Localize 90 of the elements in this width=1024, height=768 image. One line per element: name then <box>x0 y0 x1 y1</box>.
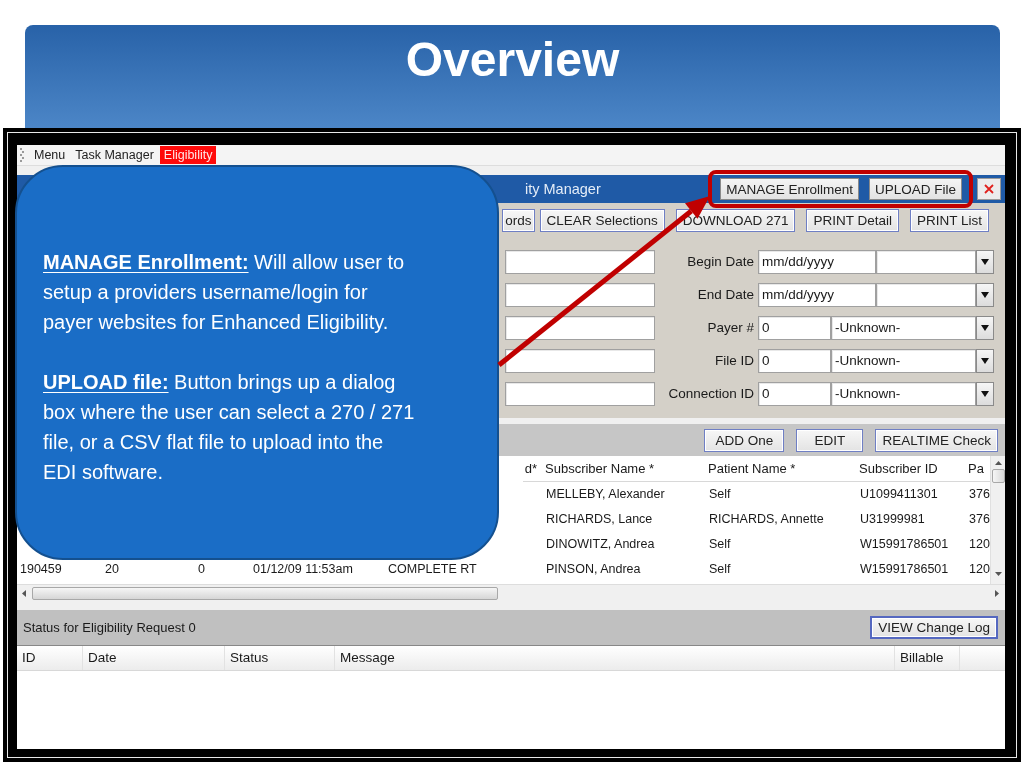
field-label: Connection ID <box>667 386 755 401</box>
caret-left-icon <box>22 589 26 597</box>
table-cell-text: DINOWITZ, Andrea <box>545 536 656 553</box>
dropdown-field[interactable]: -Unknown- <box>831 381 976 406</box>
column-header[interactable]: Billable <box>895 646 960 670</box>
column-header[interactable]: Status <box>225 646 335 670</box>
caret-right-icon <box>995 589 999 597</box>
callout-text: UPLOAD file: Button brings up a dialog box where the user can select a 270 / 271 file, or a CSV flat file to upload into the EDI software. <box>43 370 415 485</box>
date-field[interactable]: mm/dd/yyyy <box>758 282 876 307</box>
number-field[interactable]: 0 <box>758 348 831 373</box>
table-cell-text: 20 <box>104 561 120 578</box>
action-button[interactable]: EDIT <box>796 428 864 452</box>
menu-item[interactable]: Menu <box>30 146 70 164</box>
column-header[interactable]: Subscriber ID <box>857 456 966 482</box>
number-field[interactable]: 0 <box>758 381 831 406</box>
table-cell-text: 01/12/09 11:53am <box>252 561 354 578</box>
change-log-button[interactable]: VIEW Change Log <box>870 616 998 639</box>
table-cell-text: 376 <box>968 486 990 503</box>
status-text: Status for Eligibility Request 0 <box>23 620 196 635</box>
table-cell-text: Self <box>708 536 732 553</box>
field-label: End Date <box>696 287 755 302</box>
close-icon <box>984 184 994 194</box>
column-header[interactable]: d* <box>522 456 543 482</box>
table-cell-text: 120 <box>968 561 990 578</box>
menu-item[interactable]: Eligibility <box>159 146 217 164</box>
table-cell-text: W15991786501 <box>859 536 950 553</box>
text-field[interactable] <box>505 348 655 373</box>
dropdown-button[interactable] <box>976 348 994 373</box>
dropdown-button[interactable] <box>976 315 994 340</box>
caret-down-icon <box>981 291 989 298</box>
field-label: Begin Date <box>686 254 755 269</box>
column-header[interactable]: Patient Name * <box>706 456 857 482</box>
time-field[interactable] <box>876 282 976 307</box>
table-cell-text: U1099411301 <box>859 486 939 503</box>
close-button[interactable] <box>977 178 1001 200</box>
text-field[interactable] <box>505 315 655 340</box>
table-cell-text: MELLEBY, Alexander <box>545 486 666 503</box>
grip-icon <box>20 148 24 162</box>
caret-down-icon <box>994 572 1002 576</box>
menu-item[interactable]: Task Manager <box>71 146 158 164</box>
table-cell-text: PINSON, Andrea <box>545 561 642 578</box>
callout-text: MANAGE Enrollment: Will allow user to setup a providers username/login for payer websites for Enhanced Eligibility. <box>43 250 406 335</box>
slide-title: Overview <box>405 32 620 88</box>
column-header[interactable]: Subscriber Name * <box>543 456 706 482</box>
dropdown-button[interactable] <box>976 381 994 406</box>
dropdown-button[interactable] <box>976 249 994 274</box>
table-cell-text: Self <box>708 561 732 578</box>
title-bar-button[interactable]: MANAGE Enrollment <box>720 178 859 200</box>
action-button[interactable]: ADD One <box>704 428 785 452</box>
field-label: Payer # <box>706 320 755 335</box>
table-cell-text: W15991786501 <box>859 561 950 578</box>
table-cell-text: 0 <box>197 561 206 578</box>
number-field[interactable]: 0 <box>758 315 831 340</box>
column-header[interactable]: Date <box>83 646 225 670</box>
table-cell-text: RICHARDS, Lance <box>545 511 654 528</box>
horizontal-scrollbar[interactable] <box>17 584 1005 601</box>
title-bar-button[interactable]: UPLOAD File <box>868 178 962 200</box>
table-cell-text: Self <box>708 486 732 503</box>
caret-down-icon <box>981 390 989 397</box>
toolbar-button[interactable]: ords <box>502 208 535 232</box>
text-field[interactable] <box>505 282 655 307</box>
dropdown-field[interactable]: -Unknown- <box>831 348 976 373</box>
table-cell-text: COMPLETE RT <box>387 561 478 578</box>
caret-down-icon <box>981 324 989 331</box>
time-field[interactable] <box>876 249 976 274</box>
vertical-scrollbar[interactable] <box>990 456 1005 584</box>
table-cell-text: U31999981 <box>859 511 926 528</box>
text-field[interactable] <box>505 381 655 406</box>
column-header[interactable]: ID <box>17 646 83 670</box>
field-label: File ID <box>714 353 755 368</box>
toolbar-button[interactable]: DOWNLOAD 271 <box>675 208 796 232</box>
table-cell-text: 376 <box>968 511 990 528</box>
table-cell-text: 190459 <box>19 561 63 578</box>
table-cell-text: 120 <box>968 536 990 553</box>
window-title: ity Manager <box>525 181 601 197</box>
caret-up-icon <box>994 461 1002 465</box>
scrollbar-thumb[interactable] <box>991 469 1005 483</box>
dropdown-button[interactable] <box>976 282 994 307</box>
scrollbar-thumb[interactable] <box>32 586 498 600</box>
caret-down-icon <box>981 357 989 364</box>
toolbar-button[interactable]: PRINT List <box>910 208 989 232</box>
column-header[interactable]: Message <box>335 646 895 670</box>
table-cell-text: RICHARDS, Annette <box>708 511 825 528</box>
text-field[interactable] <box>505 249 655 274</box>
date-field[interactable]: mm/dd/yyyy <box>758 249 876 274</box>
caret-down-icon <box>981 258 989 265</box>
toolbar-button[interactable]: CLEAR Selections <box>539 208 665 232</box>
action-button[interactable]: REALTIME Check <box>875 428 998 452</box>
dropdown-field[interactable]: -Unknown- <box>831 315 976 340</box>
toolbar-button[interactable]: PRINT Detail <box>806 208 899 232</box>
